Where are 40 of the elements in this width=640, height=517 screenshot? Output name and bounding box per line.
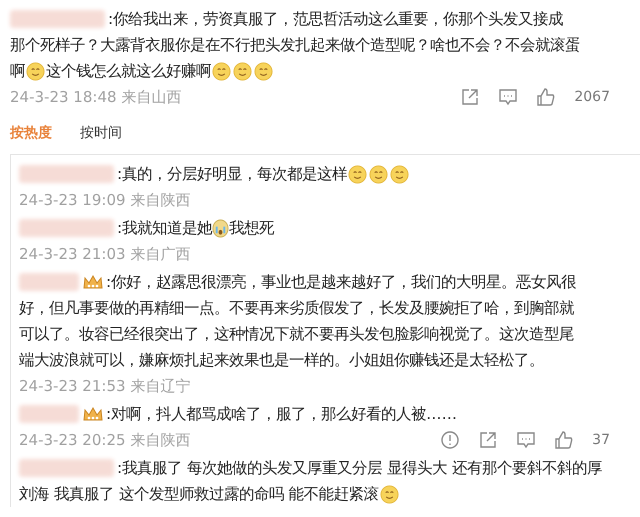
- smile-emoji-icon: [233, 62, 252, 80]
- thumbs-up-icon[interactable]: [554, 430, 574, 450]
- comment-text: :我就知道是她: [117, 218, 212, 238]
- thumbs-up-icon[interactable]: [536, 87, 556, 107]
- comment-text: 可以了。妆容已经很突出了，这种情况下就不要再头发包脸影响视觉了。这次造型尾: [19, 324, 574, 344]
- comment-icon[interactable]: [498, 87, 518, 107]
- comment-text: 刘海 我真服了 这个发型师救过露的命吗 能不能赶紧滚: [19, 484, 379, 504]
- smile-emoji-icon: [348, 164, 368, 184]
- comment-text: 好，但凡事要做的再精细一点。不要再来劣质假发了，长发及腰婉拒了哈，到胸部就: [19, 298, 574, 318]
- comment-text: 那个死样子？大露背衣服你是在不行把头发扎起来做个造型呢？啥也不会？不会就滚蛋: [10, 34, 580, 56]
- smile-emoji-icon: [369, 164, 388, 184]
- share-icon[interactable]: [478, 430, 498, 450]
- smile-emoji-icon: [254, 62, 273, 80]
- comment-text: :你好，赵露思很漂亮，事业也是越来越好了，我们的大明星。恶女风很: [106, 272, 576, 292]
- comment-text: :真的，分层好明显，每次都是这样: [117, 164, 348, 184]
- comment-text: 啊: [10, 60, 25, 82]
- crying-emoji-icon: [212, 218, 230, 238]
- comment-text: 端大波浪就可以，嫌麻烦扎起来效果也是一样的。小姐姐你赚钱还是太轻松了。: [19, 350, 544, 370]
- comment-text: 这个钱怎么就这么好赚啊: [46, 60, 211, 82]
- like-count: 2067: [574, 89, 610, 105]
- comment-text: :我真服了 每次她做的头发又厚重又分层 显得头大 还有那个要斜不斜的厚: [117, 458, 602, 478]
- blurred-username: [19, 273, 79, 291]
- reply-meta: 24-3-23 19:09 来自陕西: [19, 190, 190, 210]
- like-count: 37: [592, 432, 610, 448]
- smile-emoji-icon: [380, 484, 399, 504]
- report-icon[interactable]: [440, 430, 460, 450]
- sort-tab[interactable]: 按时间: [80, 124, 122, 142]
- share-icon[interactable]: [460, 87, 480, 107]
- blurred-username: [19, 405, 79, 423]
- comment-text: :对啊，抖人都骂成啥了，服了，那么好看的人被……: [106, 404, 457, 424]
- smile-emoji-icon: [26, 62, 45, 80]
- reply-meta: 24-3-23 21:53 来自辽宁: [19, 376, 190, 396]
- smile-emoji-icon: [212, 62, 231, 80]
- comment-text: 我想死: [229, 218, 274, 238]
- comment-icon[interactable]: [516, 430, 536, 450]
- comment-text: :你给我出来，劳资真服了，范思哲活动这么重要，你那个头发又接成: [108, 8, 564, 30]
- reply-meta: 24-3-23 21:03 来自广西: [19, 244, 190, 264]
- comment-meta: 24-3-23 18:48 来自山西: [10, 88, 182, 106]
- reply-meta: 24-3-23 20:25 来自陕西: [19, 430, 190, 450]
- smile-emoji-icon: [390, 164, 410, 184]
